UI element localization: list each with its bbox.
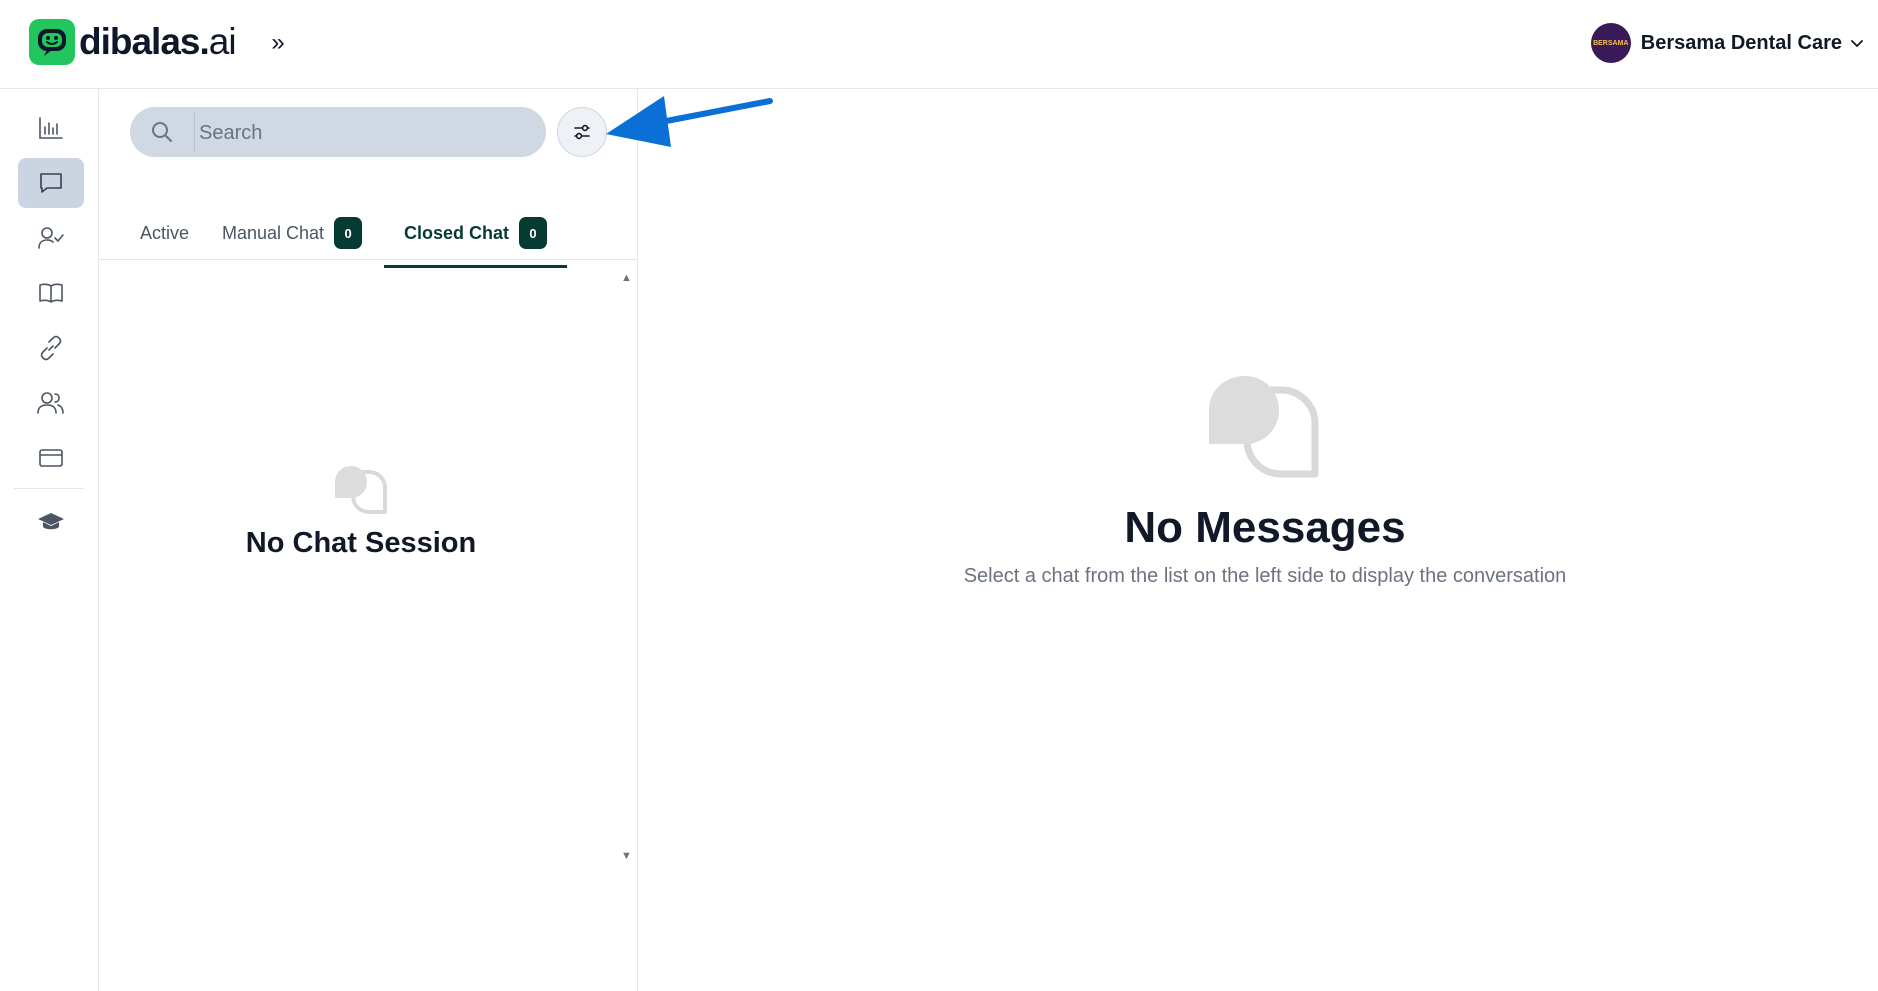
chat-bubbles-icon: [335, 466, 387, 514]
search-box[interactable]: [130, 107, 546, 159]
top-header: dibalas.ai » BERSAMA Bersama Dental Care: [0, 0, 1878, 89]
users-icon: [37, 392, 64, 414]
count-badge: 0: [334, 217, 363, 249]
count-badge: 0: [519, 217, 548, 249]
expand-sidebar-button[interactable]: »: [266, 28, 290, 58]
sidebar-divider: [14, 488, 84, 489]
filter-button[interactable]: [557, 107, 607, 157]
empty-chat-list: No Chat Session: [99, 464, 623, 560]
tab-label: Closed Chat: [404, 222, 510, 243]
sidebar-item-academy[interactable]: [18, 496, 84, 546]
analytics-icon: [39, 117, 63, 139]
dibalas-logo[interactable]: dibalas.ai: [29, 19, 237, 65]
tab-label: Active: [140, 222, 190, 243]
sidebar-item-contacts[interactable]: [18, 213, 84, 263]
book-icon: [39, 283, 63, 303]
empty-list-title: No Chat Session: [245, 527, 477, 559]
sidebar-item-billing[interactable]: [18, 433, 84, 483]
chat-tabs: Active Manual Chat 0 Closed Chat 0: [99, 207, 638, 260]
chevron-down-icon: [1851, 40, 1863, 48]
tab-manual-chat[interactable]: Manual Chat 0: [222, 207, 363, 259]
sidebar-item-chats[interactable]: [18, 158, 84, 208]
sliders-icon: [574, 124, 590, 140]
tab-closed-chat[interactable]: Closed Chat 0: [404, 207, 548, 259]
search-icon: [152, 122, 172, 142]
account-menu[interactable]: BERSAMA Bersama Dental Care: [1590, 23, 1864, 63]
credit-card-icon: [39, 449, 63, 467]
sidebar-item-integrations[interactable]: [18, 323, 84, 373]
left-sidebar: [0, 89, 99, 991]
search-input[interactable]: [197, 107, 531, 159]
account-name: Bersama Dental Care: [1640, 31, 1842, 54]
empty-conversation-title: No Messages: [1124, 503, 1406, 552]
tab-active[interactable]: Active: [140, 207, 189, 259]
logo-icon: [29, 19, 75, 65]
scroll-down-arrow[interactable]: ▼: [621, 850, 632, 862]
active-tab-indicator: [384, 265, 567, 268]
sidebar-item-knowledge[interactable]: [18, 268, 84, 318]
link-icon: [40, 335, 62, 361]
avatar: BERSAMA: [1590, 23, 1631, 63]
chat-list-panel: Active Manual Chat 0 Closed Chat 0 ▲ ▼ N…: [99, 89, 638, 991]
logo-text: dibalas.ai: [79, 21, 237, 62]
tab-label: Manual Chat: [222, 222, 325, 243]
empty-conversation-subtitle: Select a chat from the list on the left …: [963, 565, 1567, 587]
empty-conversation: No Messages Select a chat from the list …: [638, 374, 1878, 588]
chat-icon: [40, 173, 62, 193]
sidebar-item-team[interactable]: [18, 378, 84, 428]
user-check-icon: [38, 227, 64, 249]
graduation-cap-icon: [38, 513, 64, 530]
scroll-up-arrow[interactable]: ▲: [621, 272, 632, 284]
conversation-panel: No Messages Select a chat from the list …: [638, 89, 1878, 991]
sidebar-item-analytics[interactable]: [18, 103, 84, 153]
chat-bubbles-icon: [1209, 376, 1319, 478]
search-divider: [194, 113, 195, 151]
